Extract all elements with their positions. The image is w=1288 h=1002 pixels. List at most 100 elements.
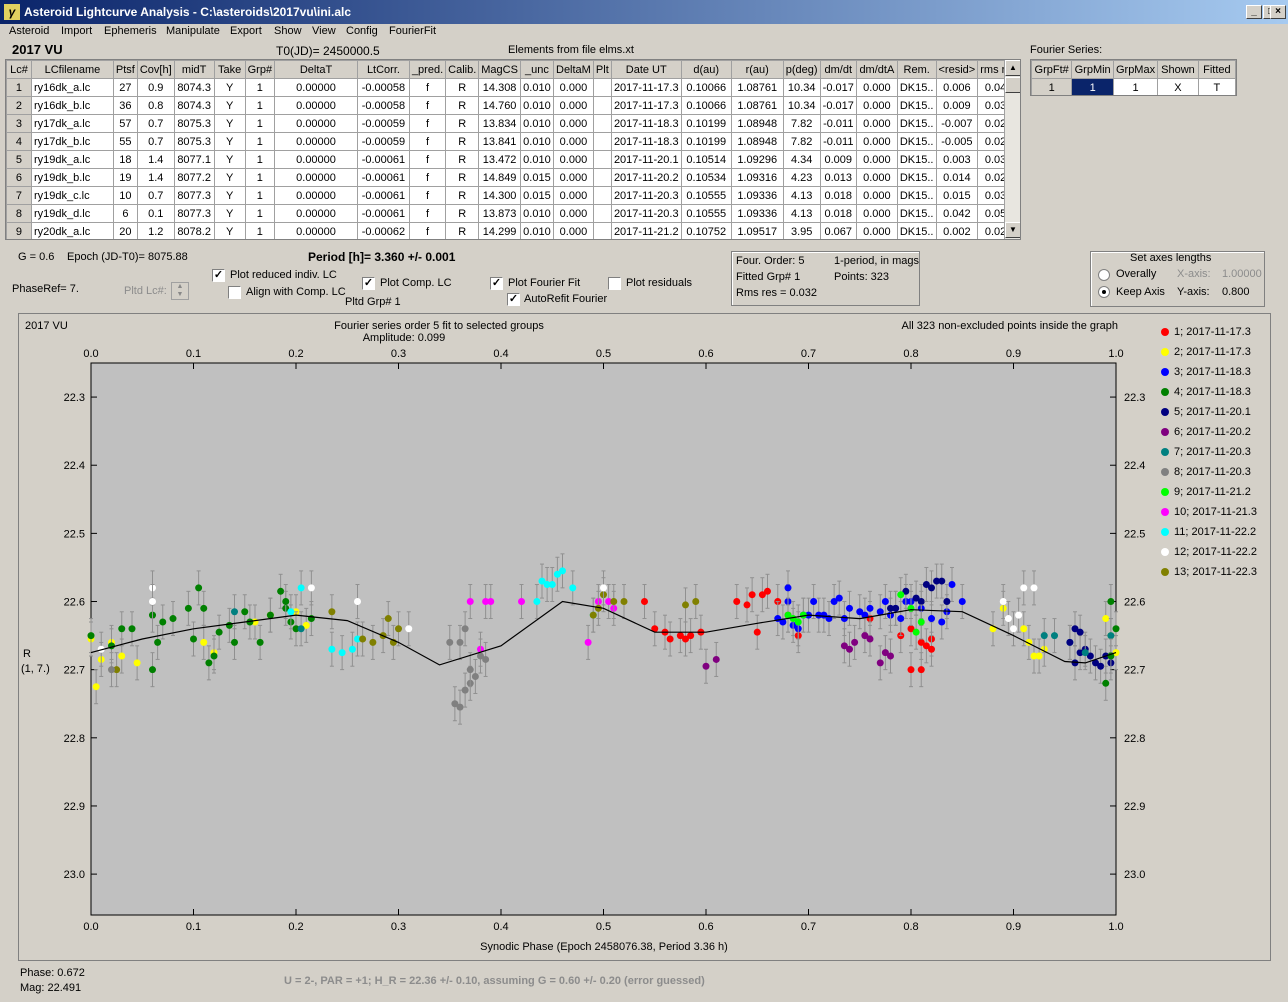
table-cell[interactable] — [592, 132, 612, 151]
lc-col-header[interactable]: _pred. — [408, 60, 447, 79]
table-cell[interactable]: 8077.2 — [173, 168, 215, 187]
table-cell[interactable]: 0.00000 — [274, 96, 358, 115]
lc-col-header[interactable]: Cov[h] — [136, 60, 175, 79]
row-number[interactable]: 9 — [6, 222, 32, 239]
lc-col-header[interactable]: dm/dtA — [855, 60, 898, 79]
table-cell[interactable]: 1.08761 — [730, 96, 784, 115]
table-cell[interactable]: 1.4 — [136, 150, 175, 169]
table-cell[interactable]: Y — [213, 96, 246, 115]
autorefit-checkbox[interactable]: ✓ — [507, 293, 520, 306]
table-cell[interactable]: R — [445, 222, 480, 239]
table-cell[interactable]: DK15.. — [896, 168, 937, 187]
table-row[interactable]: 4 ry17dk_b.lc 55 0.7 8075.3 Y 1 0.00000 -0.00059… — [6, 132, 1020, 151]
table-cell[interactable]: 0.10555 — [680, 204, 732, 223]
table-cell[interactable]: R — [445, 78, 480, 97]
table-cell[interactable]: DK15.. — [896, 78, 937, 97]
table-cell[interactable]: 0.000 — [552, 222, 594, 239]
lc-col-header[interactable]: DeltaM — [552, 60, 594, 79]
table-cell[interactable]: f — [408, 168, 447, 187]
table-cell[interactable]: DK15.. — [896, 114, 937, 133]
lc-col-header[interactable]: LtCorr. — [356, 60, 410, 79]
table-cell[interactable]: -0.007 — [935, 114, 979, 133]
table-cell[interactable]: 0.018 — [819, 204, 857, 223]
scroll-thumb[interactable] — [1005, 77, 1020, 93]
table-cell[interactable]: 0.000 — [552, 150, 594, 169]
table-cell[interactable]: 8077.1 — [173, 150, 215, 169]
table-cell[interactable]: 1 — [244, 204, 276, 223]
table-cell[interactable]: -0.00061 — [356, 168, 410, 187]
table-cell[interactable]: 0.000 — [552, 132, 594, 151]
table-cell[interactable]: 0.000 — [552, 114, 594, 133]
lc-col-header[interactable]: d(au) — [680, 60, 732, 79]
table-cell[interactable]: 0.010 — [519, 114, 554, 133]
table-cell[interactable]: DK15.. — [896, 186, 937, 205]
table-cell[interactable]: 1 — [244, 186, 276, 205]
table-cell[interactable]: 0.7 — [136, 114, 175, 133]
table-cell[interactable]: 0.000 — [855, 204, 898, 223]
table-cell[interactable]: R — [445, 96, 480, 115]
table-cell[interactable]: 1 — [244, 114, 276, 133]
table-cell[interactable]: 0.7 — [136, 132, 175, 151]
table-cell[interactable]: 8074.3 — [173, 78, 215, 97]
table-cell[interactable]: -0.00061 — [356, 186, 410, 205]
table-cell[interactable]: f — [408, 78, 447, 97]
table-cell[interactable]: R — [445, 132, 480, 151]
menu-fourierfit[interactable]: FourierFit — [389, 25, 436, 37]
menu-view[interactable]: View — [312, 25, 336, 37]
table-cell[interactable] — [592, 222, 612, 239]
row-number[interactable]: 3 — [6, 114, 32, 133]
table-cell[interactable]: 4.23 — [782, 168, 821, 187]
table-cell[interactable]: 0.000 — [552, 186, 594, 205]
table-cell[interactable]: 13.472 — [478, 150, 521, 169]
fourier-cell-grpmax[interactable]: 1 — [1112, 78, 1159, 95]
lc-col-header[interactable]: Take — [213, 60, 246, 79]
close-icon[interactable]: × — [1270, 5, 1286, 19]
lc-col-header[interactable]: Grp# — [244, 60, 276, 79]
scroll-up-icon[interactable]: ▲ — [1005, 60, 1020, 76]
table-cell[interactable]: 8075.3 — [173, 132, 215, 151]
table-cell[interactable]: DK15.. — [896, 204, 937, 223]
table-cell[interactable]: 2017-11-20.1 — [610, 150, 682, 169]
lc-col-header[interactable]: Calib. — [445, 60, 480, 79]
table-cell[interactable]: 0.10752 — [680, 222, 732, 239]
table-cell[interactable]: 0.8 — [136, 96, 175, 115]
align-comp-checkbox[interactable] — [228, 286, 241, 299]
table-cell[interactable]: 0.018 — [819, 186, 857, 205]
lc-col-header[interactable]: LCfilename — [30, 60, 114, 79]
table-cell[interactable]: Y — [213, 186, 246, 205]
menu-config[interactable]: Config — [346, 25, 378, 37]
table-cell[interactable]: 13.841 — [478, 132, 521, 151]
table-cell[interactable]: 0.10534 — [680, 168, 732, 187]
table-cell[interactable]: 1.2 — [136, 222, 175, 239]
table-cell[interactable]: 8077.3 — [173, 204, 215, 223]
table-cell[interactable] — [592, 168, 612, 187]
table-cell[interactable]: 0.009 — [935, 96, 979, 115]
table-cell[interactable]: 1 — [244, 96, 276, 115]
table-cell[interactable]: -0.017 — [819, 78, 857, 97]
table-cell[interactable]: 19 — [112, 168, 138, 187]
table-cell[interactable]: 0.00000 — [274, 114, 358, 133]
table-cell[interactable]: ry16dk_b.lc — [30, 96, 114, 115]
table-cell[interactable]: 0.7 — [136, 186, 175, 205]
table-cell[interactable]: 0.015 — [519, 186, 554, 205]
table-cell[interactable]: Y — [213, 222, 246, 239]
table-cell[interactable] — [592, 204, 612, 223]
lc-col-header[interactable]: Date UT — [610, 60, 682, 79]
table-cell[interactable]: 2017-11-20.3 — [610, 204, 682, 223]
table-cell[interactable]: 0.10199 — [680, 132, 732, 151]
fourier-cell-fitted[interactable]: T — [1197, 78, 1236, 95]
table-cell[interactable]: 0.10199 — [680, 114, 732, 133]
table-cell[interactable]: 10 — [112, 186, 138, 205]
table-cell[interactable]: 8077.3 — [173, 186, 215, 205]
table-cell[interactable]: -0.00059 — [356, 114, 410, 133]
lc-col-header[interactable]: MagCS — [478, 60, 521, 79]
table-cell[interactable]: Y — [213, 114, 246, 133]
table-cell[interactable]: R — [445, 150, 480, 169]
lc-col-header[interactable]: Plt — [592, 60, 612, 79]
table-cell[interactable]: 2017-11-18.3 — [610, 114, 682, 133]
table-cell[interactable]: 0.014 — [935, 168, 979, 187]
table-cell[interactable]: 8075.3 — [173, 114, 215, 133]
table-cell[interactable]: 0.000 — [552, 204, 594, 223]
table-cell[interactable]: Y — [213, 168, 246, 187]
table-cell[interactable]: 0.010 — [519, 132, 554, 151]
